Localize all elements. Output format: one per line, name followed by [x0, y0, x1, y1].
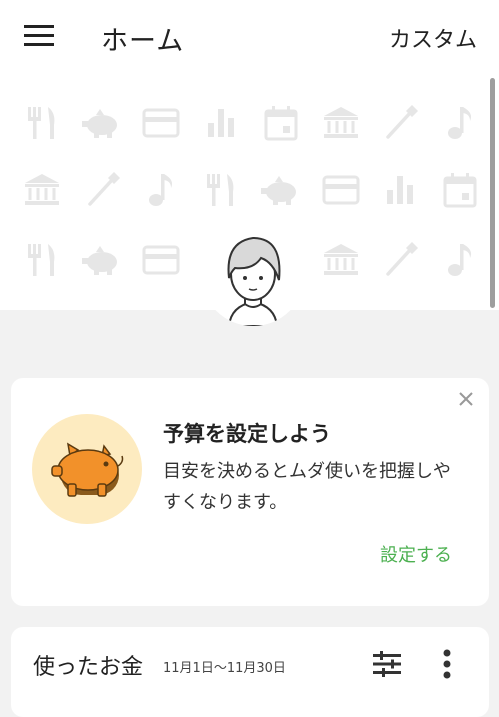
bank-icon	[324, 244, 358, 275]
credit-card-icon	[322, 175, 360, 205]
custom-button[interactable]: カスタム	[389, 22, 477, 54]
credit-card-icon	[142, 108, 180, 138]
page-title: ホーム	[101, 26, 185, 57]
scrollbar[interactable]	[490, 78, 495, 308]
fork-knife-icon	[207, 174, 234, 206]
bank-icon	[25, 174, 59, 205]
fork-knife-icon	[28, 107, 55, 139]
music-note-icon	[448, 107, 472, 139]
bar-chart-icon	[387, 176, 413, 204]
card-description: 目安を決めるとムダ使いを把握しやすくなります。	[163, 461, 451, 513]
calendar-icon	[443, 173, 477, 208]
credit-card-icon	[142, 245, 180, 275]
piggy-bank-icon	[261, 176, 296, 205]
spending-title: 使ったお金	[33, 655, 144, 680]
spending-period: 11月1日〜11月30日	[163, 661, 286, 676]
fork-knife-icon	[28, 244, 55, 276]
music-note-icon	[448, 244, 472, 276]
hamburger-menu-icon[interactable]	[24, 24, 54, 48]
toothbrush-icon	[386, 105, 418, 139]
bar-chart-icon	[208, 109, 234, 137]
card-title: 予算を設定しよう	[163, 422, 331, 446]
piggy-bank-icon	[82, 246, 117, 275]
piggy-bank-icon	[82, 109, 117, 138]
music-note-icon	[149, 174, 173, 206]
piggy-bank-illustration	[32, 414, 142, 524]
budget-setup-card: 予算を設定しよう 目安を決めるとムダ使いを把握しやすくなります。 設定する	[11, 378, 489, 606]
spending-card: 使ったお金 11月1日〜11月30日	[11, 627, 489, 717]
user-avatar[interactable]	[201, 222, 305, 326]
filter-icon[interactable]	[373, 651, 401, 677]
toothbrush-icon	[88, 172, 120, 206]
calendar-icon	[264, 106, 298, 141]
more-vert-icon[interactable]	[440, 649, 454, 679]
close-icon[interactable]	[457, 390, 475, 408]
bank-icon	[324, 107, 358, 138]
set-budget-button[interactable]: 設定する	[380, 541, 452, 567]
app-header: ホーム カスタム	[0, 0, 499, 76]
toothbrush-icon	[386, 242, 418, 276]
piggy-bank-icon	[51, 442, 124, 497]
